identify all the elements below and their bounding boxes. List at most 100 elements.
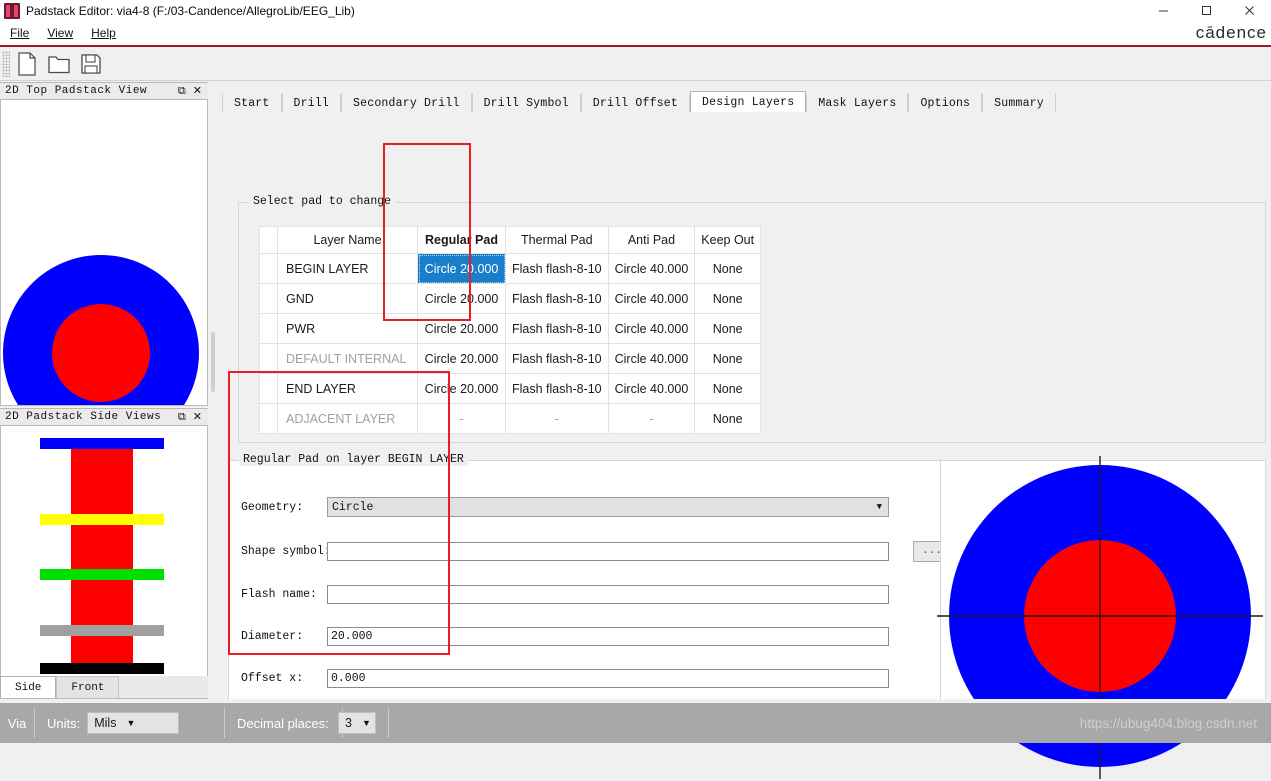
cell-anti-pad[interactable]: Circle 40.000 — [607, 253, 696, 284]
cell-anti-pad[interactable]: Circle 40.000 — [607, 313, 696, 344]
cell-keep-out[interactable]: None — [694, 283, 762, 314]
row-selector[interactable] — [259, 253, 278, 284]
cell-anti-pad[interactable]: Circle 40.000 — [607, 343, 696, 374]
app-icon — [4, 2, 20, 19]
save-disk-icon[interactable] — [76, 49, 106, 79]
cell-keep-out[interactable]: None — [694, 403, 762, 434]
cell-keep-out[interactable]: None — [694, 343, 762, 374]
tab-side[interactable]: Side — [0, 676, 57, 698]
open-folder-icon[interactable] — [44, 49, 74, 79]
cell-thermal-pad[interactable]: Flash flash-8-10 — [505, 343, 609, 374]
side-padstack-drawing — [40, 438, 164, 674]
header-keep-out[interactable]: Keep Out — [694, 226, 762, 254]
row-selector[interactable] — [259, 343, 278, 374]
minimize-icon[interactable] — [1142, 0, 1185, 21]
panel-side-title-bar: 2D Padstack Side Views ⧉ ✕ — [0, 408, 208, 426]
cell-thermal-pad[interactable]: Flash flash-8-10 — [505, 283, 609, 314]
float-panel-icon[interactable]: ⧉ — [178, 411, 186, 423]
cell-regular-pad[interactable]: Circle 20.000 — [417, 313, 506, 344]
header-thermal-pad[interactable]: Thermal Pad — [505, 226, 609, 254]
maximize-icon[interactable] — [1185, 0, 1228, 21]
shape-symbol-input[interactable] — [327, 541, 889, 561]
cell-regular-pad[interactable]: Circle 20.000 — [417, 283, 506, 314]
close-panel-icon[interactable]: ✕ — [193, 85, 202, 97]
table-header-row: Layer Name Regular Pad Thermal Pad Anti … — [259, 226, 762, 254]
menu-item-help[interactable]: Help — [83, 24, 124, 42]
vertical-splitter[interactable] — [208, 82, 218, 679]
row-selector[interactable] — [259, 283, 278, 314]
regular-pad-group-label: Regular Pad on layer BEGIN LAYER — [239, 453, 468, 466]
tab-summary[interactable]: Summary — [982, 93, 1056, 112]
menu-item-view[interactable]: View — [39, 24, 81, 42]
decimal-places-select[interactable]: 3 ▼ — [338, 712, 376, 734]
tab-drill-offset[interactable]: Drill Offset — [580, 93, 690, 112]
geometry-select[interactable]: Circle ▼ — [327, 497, 889, 517]
cell-regular-pad[interactable]: Circle 20.000 — [417, 373, 506, 404]
pad-layers-table[interactable]: Layer Name Regular Pad Thermal Pad Anti … — [259, 226, 762, 434]
flash-name-input[interactable] — [327, 584, 889, 604]
table-row[interactable]: END LAYER Circle 20.000 Flash flash-8-10… — [259, 373, 762, 404]
tab-start[interactable]: Start — [222, 93, 282, 112]
tab-front[interactable]: Front — [56, 676, 120, 698]
select-pad-group: Select pad to change Layer Name Regular … — [238, 195, 1266, 443]
cell-regular-pad[interactable]: Circle 20.000 — [417, 343, 506, 374]
cell-thermal-pad[interactable]: Flash flash-8-10 — [505, 373, 609, 404]
panel-side-title: 2D Padstack Side Views — [5, 411, 162, 423]
tab-drill-symbol[interactable]: Drill Symbol — [471, 93, 581, 112]
header-regular-pad[interactable]: Regular Pad — [417, 226, 506, 254]
row-selector[interactable] — [259, 403, 278, 434]
units-value: Mils — [94, 716, 117, 730]
main-content-area: Start Drill Secondary Drill Drill Symbol… — [218, 82, 1271, 779]
cell-layer-name: GND — [277, 283, 418, 314]
side-view-tabs: Side Front — [0, 676, 208, 699]
new-file-icon[interactable] — [12, 49, 42, 79]
menu-view-label: View — [47, 26, 74, 40]
cell-keep-out[interactable]: None — [694, 253, 762, 284]
menu-bar: File View Help cādence — [0, 21, 1271, 45]
cell-thermal-pad[interactable]: Flash flash-8-10 — [505, 253, 609, 284]
offset-x-input[interactable]: 0.000 — [327, 668, 889, 688]
cell-thermal-pad[interactable]: Flash flash-8-10 — [505, 313, 609, 344]
table-row[interactable]: ADJACENT LAYER - - - None — [259, 403, 762, 434]
select-pad-group-label: Select pad to change — [249, 195, 396, 208]
menu-item-file[interactable]: File — [2, 24, 37, 42]
panel-side-canvas[interactable] — [0, 426, 208, 677]
header-anti-pad[interactable]: Anti Pad — [607, 226, 696, 254]
table-row[interactable]: PWR Circle 20.000 Flash flash-8-10 Circl… — [259, 313, 762, 344]
tab-design-layers[interactable]: Design Layers — [690, 91, 807, 112]
tab-secondary-drill[interactable]: Secondary Drill — [341, 93, 472, 112]
units-label: Units: — [47, 715, 81, 731]
table-row[interactable]: DEFAULT INTERNAL Circle 20.000 Flash fla… — [259, 343, 762, 374]
cell-regular-pad: - — [417, 403, 506, 434]
chevron-down-icon: ▼ — [876, 502, 882, 512]
tab-options[interactable]: Options — [908, 93, 983, 112]
cell-regular-pad[interactable]: Circle 20.000 — [417, 253, 506, 284]
panel-top-canvas[interactable] — [0, 100, 208, 406]
close-panel-icon[interactable]: ✕ — [193, 411, 202, 423]
float-panel-icon[interactable]: ⧉ — [178, 85, 186, 97]
status-bar: Via Units: Mils ▼ Decimal places: 3 ▼ ht… — [0, 703, 1271, 743]
row-selector[interactable] — [259, 313, 278, 344]
cell-layer-name: BEGIN LAYER — [277, 253, 418, 284]
cell-keep-out[interactable]: None — [694, 313, 762, 344]
cell-layer-name: ADJACENT LAYER — [277, 403, 418, 434]
wizard-tab-strip: Start Drill Secondary Drill Drill Symbol… — [222, 91, 1056, 112]
row-selector[interactable] — [259, 373, 278, 404]
header-layer-name[interactable]: Layer Name — [277, 226, 418, 254]
flash-name-label: Flash name: — [241, 587, 317, 601]
cell-anti-pad: - — [607, 403, 696, 434]
decimal-places-select-cell: 3 ▼ — [331, 708, 389, 738]
cell-anti-pad[interactable]: Circle 40.000 — [607, 373, 696, 404]
cell-keep-out[interactable]: None — [694, 373, 762, 404]
diameter-input[interactable]: 20.000 — [327, 626, 889, 646]
close-icon[interactable] — [1228, 0, 1271, 21]
window-title: Padstack Editor: via4-8 (F:/03-Candence/… — [26, 3, 355, 18]
cell-anti-pad[interactable]: Circle 40.000 — [607, 283, 696, 314]
toolbar-grip[interactable] — [2, 50, 10, 77]
tab-drill[interactable]: Drill — [281, 93, 342, 112]
diameter-label: Diameter: — [241, 629, 304, 643]
table-row[interactable]: GND Circle 20.000 Flash flash-8-10 Circl… — [259, 283, 762, 314]
tab-mask-layers[interactable]: Mask Layers — [806, 93, 909, 112]
units-select[interactable]: Mils ▼ — [87, 712, 180, 734]
table-row[interactable]: BEGIN LAYER Circle 20.000 Flash flash-8-… — [259, 253, 762, 284]
